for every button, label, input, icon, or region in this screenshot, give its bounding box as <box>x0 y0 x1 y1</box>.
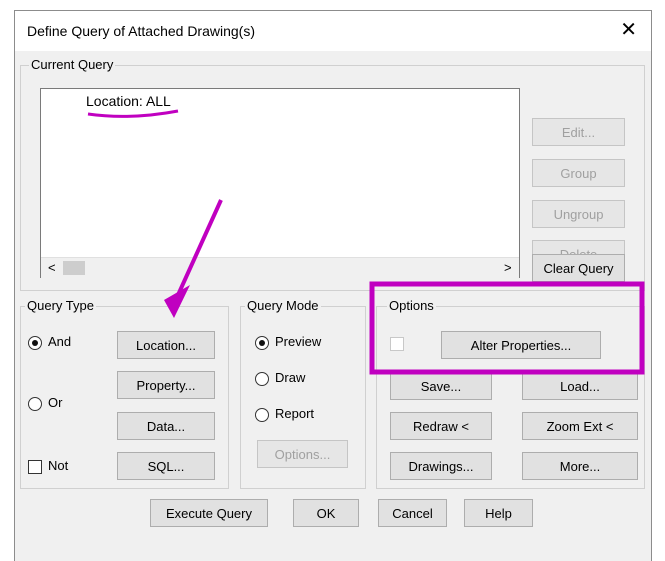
current-query-legend: Current Query <box>29 57 116 72</box>
cancel-button[interactable]: Cancel <box>378 499 447 527</box>
preview-radio[interactable] <box>255 336 269 350</box>
horizontal-scrollbar[interactable]: < > <box>41 257 519 278</box>
query-mode-legend: Query Mode <box>245 298 321 313</box>
and-label[interactable]: And <box>48 334 71 349</box>
draw-radio[interactable] <box>255 372 269 386</box>
save-button[interactable]: Save... <box>390 372 492 400</box>
dialog-title: Define Query of Attached Drawing(s) <box>27 23 255 39</box>
scroll-left-icon[interactable]: < <box>48 260 56 275</box>
ungroup-button[interactable]: Ungroup <box>532 200 625 228</box>
and-radio[interactable] <box>28 336 42 350</box>
property-button[interactable]: Property... <box>117 371 215 399</box>
more-button[interactable]: More... <box>522 452 638 480</box>
sql-button[interactable]: SQL... <box>117 452 215 480</box>
or-radio[interactable] <box>28 397 42 411</box>
report-label[interactable]: Report <box>275 406 314 421</box>
execute-query-button[interactable]: Execute Query <box>150 499 268 527</box>
query-listbox[interactable]: Location: ALL < > <box>40 88 520 278</box>
data-button[interactable]: Data... <box>117 412 215 440</box>
group-button[interactable]: Group <box>532 159 625 187</box>
title-bar: Define Query of Attached Drawing(s) ✕ <box>15 11 651 51</box>
report-radio[interactable] <box>255 408 269 422</box>
draw-label[interactable]: Draw <box>275 370 305 385</box>
clear-query-button[interactable]: Clear Query <box>532 254 625 282</box>
load-button[interactable]: Load... <box>522 372 638 400</box>
not-label[interactable]: Not <box>48 458 68 473</box>
options-legend: Options <box>387 298 436 313</box>
location-button[interactable]: Location... <box>117 331 215 359</box>
preview-label[interactable]: Preview <box>275 334 321 349</box>
close-icon[interactable]: ✕ <box>620 19 637 41</box>
mode-options-button[interactable]: Options... <box>257 440 348 468</box>
zoom-ext-button[interactable]: Zoom Ext < <box>522 412 638 440</box>
redraw-button[interactable]: Redraw < <box>390 412 492 440</box>
or-label[interactable]: Or <box>48 395 62 410</box>
query-type-legend: Query Type <box>25 298 96 313</box>
query-line[interactable]: Location: ALL <box>86 93 171 109</box>
query-dialog: Define Query of Attached Drawing(s) ✕ Cu… <box>14 10 652 561</box>
alter-properties-button[interactable]: Alter Properties... <box>441 331 601 359</box>
drawings-button[interactable]: Drawings... <box>390 452 492 480</box>
edit-button[interactable]: Edit... <box>532 118 625 146</box>
options-checkbox[interactable] <box>390 337 404 351</box>
help-button[interactable]: Help <box>464 499 533 527</box>
scroll-right-icon[interactable]: > <box>504 260 512 275</box>
ok-button[interactable]: OK <box>293 499 359 527</box>
not-checkbox[interactable] <box>28 460 42 474</box>
scroll-thumb[interactable] <box>63 261 85 275</box>
